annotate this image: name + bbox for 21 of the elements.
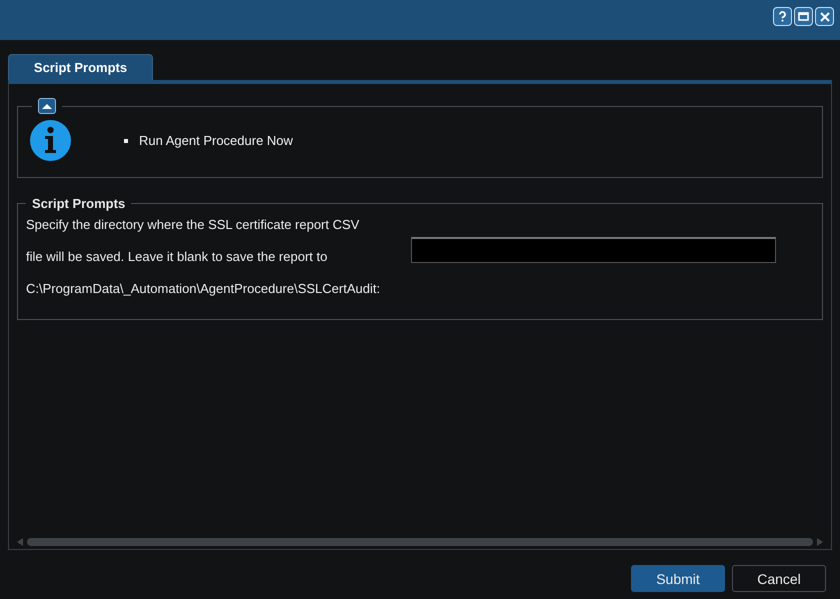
prompt-text: file will be saved. Leave it blank to save the report to: [26, 248, 328, 266]
help-button[interactable]: [773, 7, 792, 26]
close-icon: [820, 12, 830, 22]
collapse-button[interactable]: [38, 98, 56, 114]
maximize-button[interactable]: [794, 7, 813, 26]
info-message: Run Agent Procedure Now: [139, 132, 293, 148]
submit-button[interactable]: Submit: [631, 565, 725, 592]
prompt-text: C:\ProgramData\_Automation\AgentProcedure\SSLCertAudit:: [26, 280, 382, 298]
input-field[interactable]: [411, 237, 776, 263]
tab[interactable]: Script Prompts: [8, 54, 153, 80]
scroll-left-icon: [17, 538, 23, 546]
scroll-right-icon: [817, 538, 823, 546]
bullet-icon: [124, 138, 128, 142]
prompt-text: Specify the directory where the SSL certificate report CSV: [26, 216, 360, 234]
info-icon: [30, 120, 71, 161]
group-title: Script Prompts: [31, 196, 126, 211]
close-button[interactable]: [815, 7, 834, 26]
help-icon: [777, 11, 788, 22]
cancel-button[interactable]: Cancel: [732, 565, 826, 592]
caret-icon: [42, 103, 52, 109]
maximize-icon: [798, 12, 809, 21]
